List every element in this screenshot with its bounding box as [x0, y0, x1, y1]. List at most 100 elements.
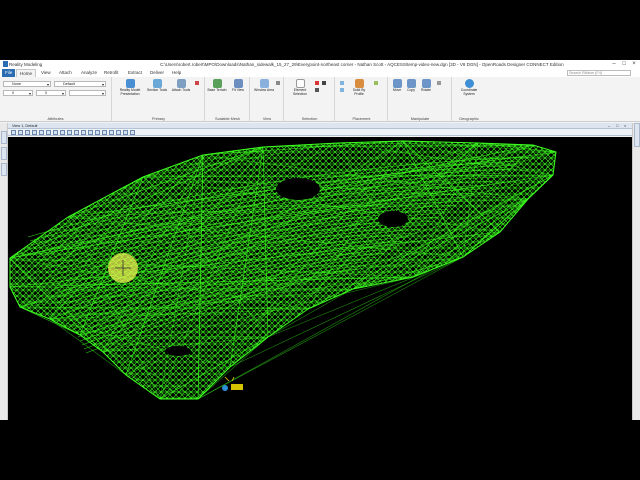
view-previous-icon[interactable]	[74, 130, 79, 135]
copy-icon	[406, 79, 416, 88]
terrain-icon	[212, 79, 222, 88]
place-arc-icon[interactable]	[340, 88, 344, 92]
window-area-icon	[259, 79, 269, 88]
right-side-panel	[632, 123, 640, 420]
workspace-name[interactable]: Reality Modeling	[9, 62, 42, 67]
title-bar: Reality Modeling C:\Users\robert.robert\…	[0, 60, 640, 69]
tab-home[interactable]: Home	[16, 69, 37, 77]
terrain-mesh	[9, 140, 557, 400]
attributes-group: None Default 0 0 Attributes	[0, 77, 112, 122]
ribbon-search-input[interactable]: Search Ribbon (F4)	[567, 70, 631, 76]
attach-tools-button[interactable]: Attach Tools	[170, 79, 192, 93]
section-tools-button[interactable]: Section Tools	[146, 79, 168, 93]
view-attributes-icon[interactable]	[11, 130, 16, 135]
view-tool-icon[interactable]	[276, 81, 280, 85]
update-view-icon[interactable]	[25, 130, 30, 135]
ribbon: None Default 0 0 Attributes Reality Mode…	[0, 77, 640, 122]
color-combo[interactable]: 0	[36, 90, 66, 96]
pan-view-icon[interactable]	[67, 130, 72, 135]
tab-deliver[interactable]: Deliver	[147, 69, 167, 77]
side-tab-2[interactable]	[1, 147, 7, 160]
mesh-hole-1	[276, 178, 320, 200]
view-tools-icon[interactable]	[116, 130, 121, 135]
selection-label: Selection	[301, 117, 318, 121]
mesh-hole-2	[378, 211, 408, 227]
place-line-icon[interactable]	[340, 81, 344, 85]
placement-tool-icon[interactable]	[374, 81, 378, 85]
fit-view-icon	[233, 79, 243, 88]
tab-file[interactable]: File	[2, 69, 16, 77]
delete-icon[interactable]	[315, 81, 319, 85]
maximize-icon[interactable]: □	[620, 61, 628, 67]
arrow-cursor-icon	[295, 79, 305, 88]
weight-combo[interactable]: 0	[3, 90, 33, 96]
application-window: Reality Modeling C:\Users\robert.robert\…	[0, 60, 640, 420]
base-terrain-button[interactable]: Base Terrain	[207, 79, 227, 93]
style-combo[interactable]: Default	[54, 81, 106, 87]
rotate-icon	[421, 79, 431, 88]
manipulate-label: Manipulate	[410, 117, 430, 121]
tool-icon[interactable]	[195, 81, 199, 85]
level-combo[interactable]: None	[3, 81, 51, 87]
manipulate-group: Move Copy Rotate Manipulate	[389, 77, 452, 122]
zoom-in-icon[interactable]	[32, 130, 37, 135]
tab-attach[interactable]: Attach	[56, 69, 75, 77]
ribbon-tabs: File Home View Attach Analyze Retrofit E…	[0, 69, 640, 77]
window-title: C:\Users\robert.robert\MPO\Downloads\Nat…	[160, 62, 564, 67]
transparency-combo[interactable]	[69, 90, 106, 96]
attach-icon	[176, 79, 186, 88]
3d-viewport[interactable]	[8, 137, 632, 420]
properties-tab[interactable]	[634, 123, 640, 147]
globe-icon	[464, 79, 474, 88]
solid-by-profile-button[interactable]: Solid By Profile	[348, 79, 370, 96]
manipulate-tool-icon[interactable]	[437, 81, 441, 85]
tab-extract[interactable]: Extract	[125, 69, 145, 77]
view-settings-icon[interactable]	[123, 130, 128, 135]
view-title: View 1, Default	[12, 124, 38, 128]
clip-volume-icon[interactable]	[95, 130, 100, 135]
display-style-icon[interactable]	[18, 130, 23, 135]
rotate-button[interactable]: Rotate	[418, 79, 434, 93]
element-selection-button[interactable]: Element Selection	[289, 79, 311, 96]
scalable-mesh-group: Base Terrain Fit View Scalable Mesh	[206, 77, 250, 122]
geographic-label: Geographic	[459, 117, 479, 121]
tab-view[interactable]: View	[38, 69, 54, 77]
mesh-hole-3	[165, 346, 191, 356]
close-icon[interactable]: ×	[630, 61, 638, 67]
geographic-group: Coordinate System Geographic	[453, 77, 485, 122]
view-more-icon[interactable]	[109, 130, 114, 135]
minimize-icon[interactable]: –	[610, 61, 618, 67]
copy-button[interactable]: Copy	[404, 79, 418, 93]
move-button[interactable]: Move	[390, 79, 404, 93]
reality-model-presentation-button[interactable]: Reality Model Presentation	[116, 79, 144, 96]
window-area-button[interactable]: Window Area	[254, 79, 274, 93]
side-tab-3[interactable]	[1, 163, 7, 176]
scalable-mesh-label: Scalable Mesh	[215, 117, 240, 121]
solid-icon	[354, 79, 364, 88]
coordinate-system-button[interactable]: Coordinate System	[455, 79, 483, 96]
fit-view-button[interactable]: Fit View	[228, 79, 248, 93]
view-extra-icon[interactable]	[130, 130, 135, 135]
primary-label: Primary	[151, 117, 166, 121]
tab-help[interactable]: Help	[169, 69, 184, 77]
tab-retrofit[interactable]: Retrofit	[101, 69, 122, 77]
zoom-out-icon[interactable]	[39, 130, 44, 135]
move-icon	[392, 79, 402, 88]
view-group: Window Area View	[251, 77, 284, 122]
view-rotation-icon[interactable]	[102, 130, 107, 135]
left-side-panel	[0, 123, 8, 420]
view-toolbar	[8, 129, 632, 136]
select-tool-icon[interactable]	[315, 88, 319, 92]
window-area-icon[interactable]	[46, 130, 51, 135]
select-all-icon[interactable]	[322, 81, 326, 85]
placement-label: Placement	[352, 117, 371, 121]
section-icon	[152, 79, 162, 88]
fit-view-icon[interactable]	[53, 130, 58, 135]
app-icon	[3, 61, 8, 67]
camera-icon[interactable]	[88, 130, 93, 135]
side-tab-1[interactable]	[1, 131, 7, 144]
view-label: View	[262, 117, 272, 121]
rotate-view-icon[interactable]	[60, 130, 65, 135]
view-next-icon[interactable]	[81, 130, 86, 135]
tab-analyze[interactable]: Analyze	[78, 69, 100, 77]
